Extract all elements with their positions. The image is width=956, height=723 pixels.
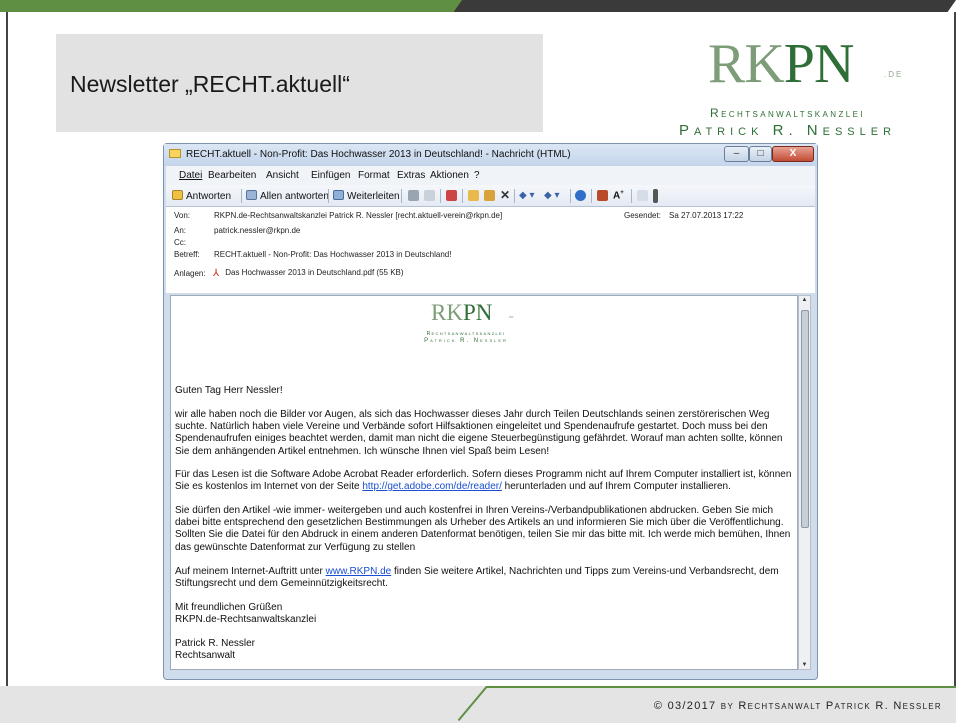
move-folder-icon[interactable] <box>468 190 479 201</box>
vertical-scrollbar[interactable]: ▲ ▼ <box>798 295 811 670</box>
to-value[interactable]: patrick.nessler@rkpn.de <box>214 226 300 235</box>
menu-ansicht[interactable]: Ansicht <box>266 170 299 181</box>
next-item-icon[interactable]: ◆ ▾ <box>544 190 560 201</box>
maximize-button[interactable]: □ <box>749 146 772 162</box>
reply-all-button[interactable]: Allen antworten <box>246 190 329 202</box>
subject-value: RECHT.aktuell - Non-Profit: Das Hochwass… <box>214 250 452 259</box>
top-accent-bar <box>0 0 956 12</box>
flag-icon[interactable] <box>446 190 457 201</box>
from-label: Von: <box>174 211 191 220</box>
mlogo-rk: RK <box>431 300 463 325</box>
attachment-item[interactable]: ⅄ Das Hochwasser 2013 in Deutschland.pdf… <box>213 268 404 279</box>
logo-line2: Patrick R. Nessler <box>678 122 897 139</box>
logo-rk: RK <box>708 33 785 95</box>
frame-left <box>6 12 8 686</box>
paragraph-4: Auf meinem Internet-Auftritt unter www.R… <box>175 566 779 590</box>
slide-footer: © 03/2017 by Rechtsanwalt Patrick R. Nes… <box>0 686 956 723</box>
paragraph-3: Sie dürfen den Artikel -wie immer- weite… <box>175 505 791 553</box>
rkpn-logo: RKPN .DE Rechtsanwaltskanzlei Patrick R.… <box>650 33 930 139</box>
mlogo-pn: PN <box>462 300 493 325</box>
menu-format[interactable]: Format <box>358 170 390 181</box>
reply-all-icon <box>246 190 257 200</box>
to-label: An: <box>174 226 187 235</box>
minimize-button[interactable]: – <box>724 146 749 162</box>
slide-title: Newsletter „RECHT.aktuell“ <box>70 71 350 97</box>
message-logo: RKPN .de Rechtsanwaltskanzlei Patrick R.… <box>391 300 541 350</box>
font-size-icon[interactable]: A+ <box>613 190 624 201</box>
copyright-text: © 03/2017 by Rechtsanwalt Patrick R. Nes… <box>653 700 942 712</box>
paragraph-2: Für das Lesen ist die Software Adobe Acr… <box>175 469 792 493</box>
sent-value: Sa 27.07.2013 17:22 <box>669 211 744 220</box>
mlogo-de: .de <box>508 314 514 319</box>
menu-bar: Datei Bearbeiten Ansicht Einfügen Format… <box>166 166 815 185</box>
reply-button[interactable]: Antworten <box>172 190 231 202</box>
rkpn-website-link[interactable]: www.RKPN.de <box>326 566 392 577</box>
menu-einfuegen[interactable]: Einfügen <box>311 170 350 181</box>
delete-icon[interactable]: ✕ <box>500 188 510 202</box>
presentation-slide: Newsletter „RECHT.aktuell“ RKPN .DE Rech… <box>0 0 956 723</box>
options-icon[interactable] <box>637 190 648 201</box>
greeting: Guten Tag Herr Nessler! <box>175 385 283 396</box>
rules-icon[interactable] <box>484 190 495 201</box>
message-header: Von: RKPN.de-Rechtsanwaltskanzlei Patric… <box>166 207 815 293</box>
copy-icon[interactable] <box>424 190 435 201</box>
previous-item-icon[interactable]: ◆ ▾ <box>519 190 535 201</box>
signature-title: Rechtsanwalt <box>175 650 236 661</box>
sent-label: Gesendet: <box>624 211 661 220</box>
signature-name: Patrick R. Nessler <box>175 638 256 649</box>
closing-line-2: RKPN.de-Rechtsanwaltskanzlei <box>175 614 317 625</box>
forward-button[interactable]: Weiterleiten <box>333 190 400 202</box>
menu-help[interactable]: ? <box>474 170 480 181</box>
message-body: RKPN .de Rechtsanwaltskanzlei Patrick R.… <box>170 295 798 670</box>
attachments-label: Anlagen: <box>174 269 206 278</box>
scroll-thumb[interactable] <box>801 310 809 528</box>
window-title: RECHT.aktuell - Non-Profit: Das Hochwass… <box>186 149 571 160</box>
close-button[interactable]: X <box>772 146 814 162</box>
window-titlebar: RECHT.aktuell - Non-Profit: Das Hochwass… <box>164 144 817 166</box>
from-value[interactable]: RKPN.de-Rechtsanwaltskanzlei Patrick R. … <box>214 211 502 220</box>
logo-line1: Rechtsanwaltskanzlei <box>710 106 865 120</box>
pdf-icon: ⅄ <box>213 268 220 279</box>
envelope-icon <box>169 149 181 158</box>
mlogo-line1: Rechtsanwaltskanzlei <box>426 331 506 337</box>
menu-bearbeiten[interactable]: Bearbeiten <box>208 170 256 181</box>
logo-pn: PN <box>783 33 855 95</box>
subject-label: Betreff: <box>174 250 200 259</box>
scroll-up-icon[interactable]: ▲ <box>799 297 810 303</box>
slide-title-box: Newsletter „RECHT.aktuell“ <box>56 34 543 132</box>
menu-extras[interactable]: Extras <box>397 170 425 181</box>
reply-icon <box>172 190 183 200</box>
cc-label: Cc: <box>174 238 186 247</box>
forward-icon <box>333 190 344 200</box>
address-book-icon[interactable] <box>597 190 608 201</box>
outlook-message-window: RECHT.aktuell - Non-Profit: Das Hochwass… <box>163 143 818 680</box>
adobe-reader-link[interactable]: http://get.adobe.com/de/reader/ <box>362 481 502 492</box>
menu-datei[interactable]: Datei <box>179 170 202 181</box>
print-icon[interactable] <box>408 190 419 201</box>
help-icon[interactable] <box>575 190 586 201</box>
scroll-down-icon[interactable]: ▼ <box>799 662 810 668</box>
toolbar: Antworten Allen antworten Weiterleiten ✕… <box>166 185 815 207</box>
logo-de: .DE <box>884 70 904 79</box>
mlogo-line2: Patrick R. Nessler <box>424 338 508 344</box>
toolbar-overflow-icon[interactable] <box>653 189 658 203</box>
closing-line-1: Mit freundlichen Grüßen <box>175 602 283 613</box>
paragraph-1: wir alle haben noch die Bilder vor Augen… <box>175 409 783 457</box>
menu-aktionen[interactable]: Aktionen <box>430 170 469 181</box>
